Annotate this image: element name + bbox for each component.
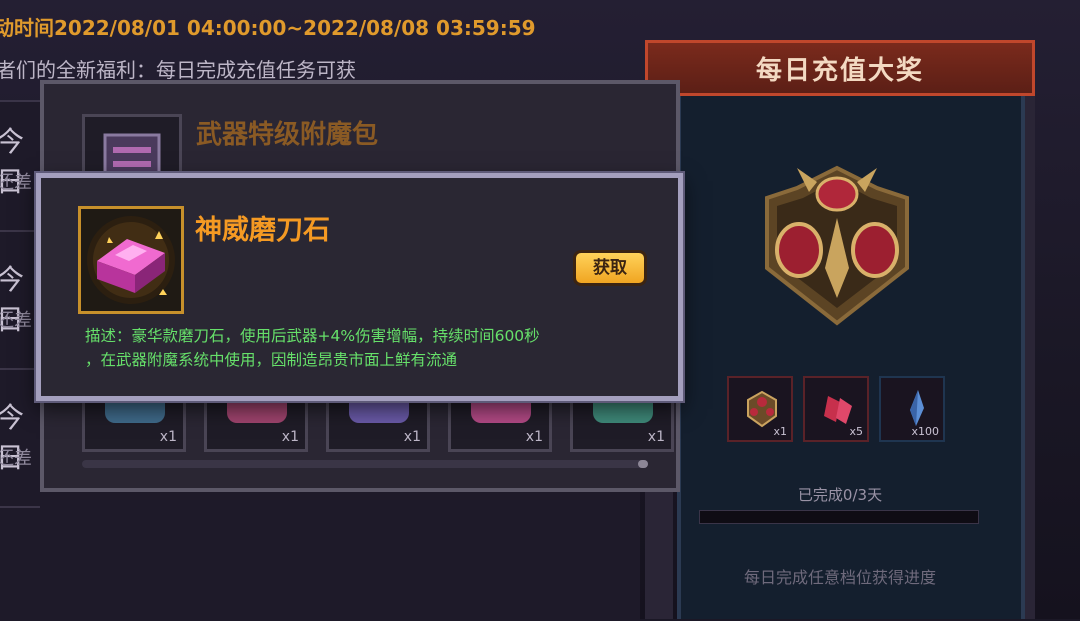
daily-recharge-panel: 每日充值大奖 x1 x5 x100 已完成0/3天 每日完成任意档位获得进度 xyxy=(645,40,1035,619)
list-item[interactable]: 今日 还差 xyxy=(0,240,40,370)
divider xyxy=(0,368,40,370)
panel-title: 每日充值大奖 xyxy=(755,56,924,86)
blue-crystal-icon xyxy=(910,390,924,426)
item-thumbnail xyxy=(471,401,531,423)
bundle-item[interactable]: x1 xyxy=(570,398,674,452)
bundle-item[interactable]: x1 xyxy=(326,398,430,452)
list-item-remaining: 还差 xyxy=(0,448,32,469)
list-item-remaining: 还差 xyxy=(0,172,32,193)
item-description: 描述：豪华款磨刀石，使用后武器+4%伤害增幅，持续时间600秒 ，在武器附魔系统… xyxy=(85,324,655,372)
treasure-chest-icon xyxy=(765,165,909,326)
item-thumbnail xyxy=(227,401,287,423)
reward-quantity: x1 xyxy=(773,425,787,438)
progress-hint: 每日完成任意档位获得进度 xyxy=(743,568,936,587)
reward-slot[interactable]: x5 xyxy=(803,376,869,442)
red-crystal-icon xyxy=(824,396,852,424)
bundle-title: 武器特级附魔包 xyxy=(196,120,379,150)
get-button[interactable]: 获取 xyxy=(573,250,647,286)
list-item-remaining: 还差 xyxy=(0,310,32,331)
scrollbar[interactable] xyxy=(82,460,648,468)
item-quantity: x1 xyxy=(159,429,177,445)
bundle-item[interactable]: x1 xyxy=(204,398,308,452)
event-time-range: 动时间2022/08/01 04:00:00~2022/08/08 03:59:… xyxy=(0,16,536,40)
reward-slot[interactable]: x1 xyxy=(727,376,793,442)
progress-label: 已完成0/3天 xyxy=(797,486,883,504)
bundle-item[interactable]: x1 xyxy=(448,398,552,452)
item-quantity: x1 xyxy=(403,429,421,445)
list-item[interactable]: 今日 还差 xyxy=(0,378,40,508)
item-description-line: ，在武器附魔系统中使用，因制造昂贵市面上鲜有流通 xyxy=(85,351,458,369)
reward-slots: x1 x5 x100 xyxy=(727,376,957,444)
divider xyxy=(0,230,40,232)
progress-bar xyxy=(699,510,979,524)
reward-slot[interactable]: x100 xyxy=(879,376,945,442)
item-quantity: x1 xyxy=(281,429,299,445)
item-quantity: x1 xyxy=(647,429,665,445)
item-description-line: 描述：豪华款磨刀石，使用后武器+4%伤害增幅，持续时间600秒 xyxy=(85,327,540,345)
reward-quantity: x100 xyxy=(911,425,939,438)
item-name: 神威磨刀石 xyxy=(195,215,330,246)
divider xyxy=(0,506,40,508)
item-icon-frame xyxy=(78,206,184,314)
item-quantity: x1 xyxy=(525,429,543,445)
item-detail-popup: 神威磨刀石 获取 描述：豪华款磨刀石，使用后武器+4%伤害增幅，持续时间600秒… xyxy=(36,173,683,401)
list-item[interactable]: 今日 还差 xyxy=(0,102,40,232)
whetstone-icon xyxy=(87,216,175,304)
bundle-items: x1 x1 x1 x1 x1 xyxy=(82,398,674,454)
reward-quantity: x5 xyxy=(849,425,863,438)
item-thumbnail xyxy=(593,401,653,423)
treasure-chest-icon xyxy=(747,390,777,428)
item-thumbnail xyxy=(105,401,165,423)
bundle-item[interactable]: x1 xyxy=(82,398,186,452)
item-thumbnail xyxy=(349,401,409,423)
scrollbar-thumb[interactable] xyxy=(638,460,648,468)
